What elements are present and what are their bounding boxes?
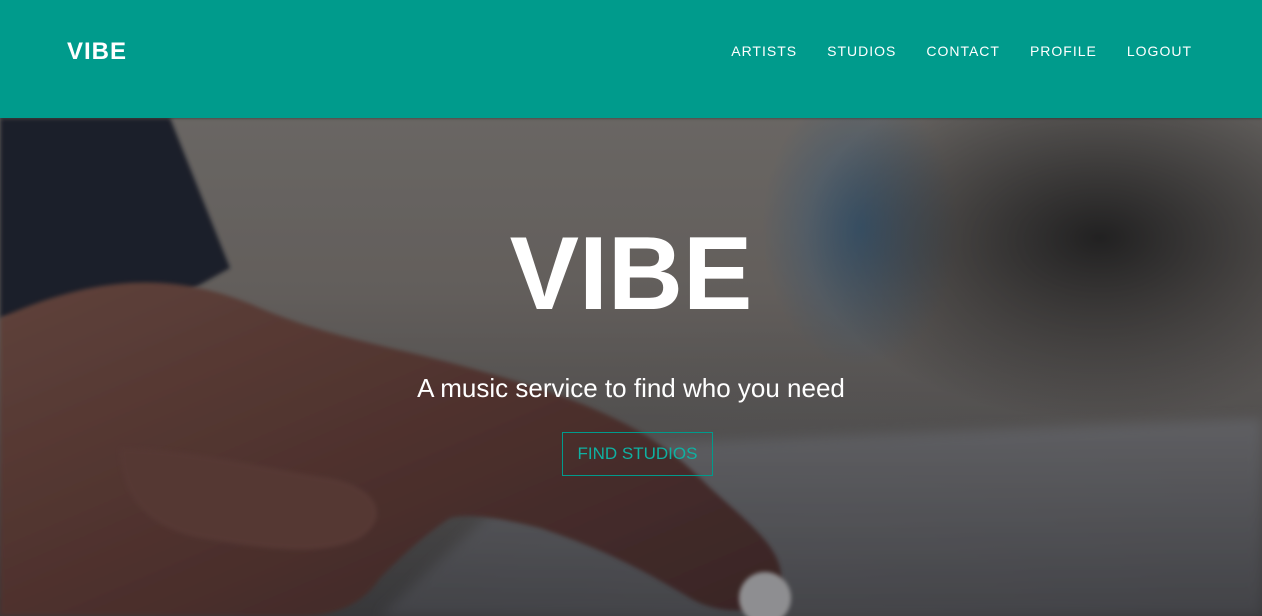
top-navbar: VIBE ARTISTS STUDIOS CONTACT PROFILE LOG… <box>0 0 1262 118</box>
hero-subtitle: A music service to find who you need <box>417 373 845 403</box>
nav-item-logout: LOGOUT <box>1097 43 1192 59</box>
nav-item-studios: STUDIOS <box>797 43 896 59</box>
nav-item-artists: ARTISTS <box>701 43 797 59</box>
brand-logo-link[interactable]: VIBE <box>67 38 127 66</box>
hero-title: VIBE <box>509 216 753 332</box>
nav-item-contact: CONTACT <box>896 43 1000 59</box>
nav-link-profile[interactable]: PROFILE <box>1030 43 1097 59</box>
nav-link-contact[interactable]: CONTACT <box>926 43 1000 59</box>
nav-link-logout[interactable]: LOGOUT <box>1127 43 1192 59</box>
hero-content: VIBE A music service to find who you nee… <box>0 118 1262 616</box>
nav-link-studios[interactable]: STUDIOS <box>827 43 896 59</box>
nav-link-artists[interactable]: ARTISTS <box>731 43 797 59</box>
find-studios-button[interactable]: FIND STUDIOS <box>562 432 713 476</box>
nav-item-profile: PROFILE <box>1000 43 1097 59</box>
hero-section: VIBE A music service to find who you nee… <box>0 118 1262 616</box>
nav-links: ARTISTS STUDIOS CONTACT PROFILE LOGOUT <box>701 43 1192 59</box>
